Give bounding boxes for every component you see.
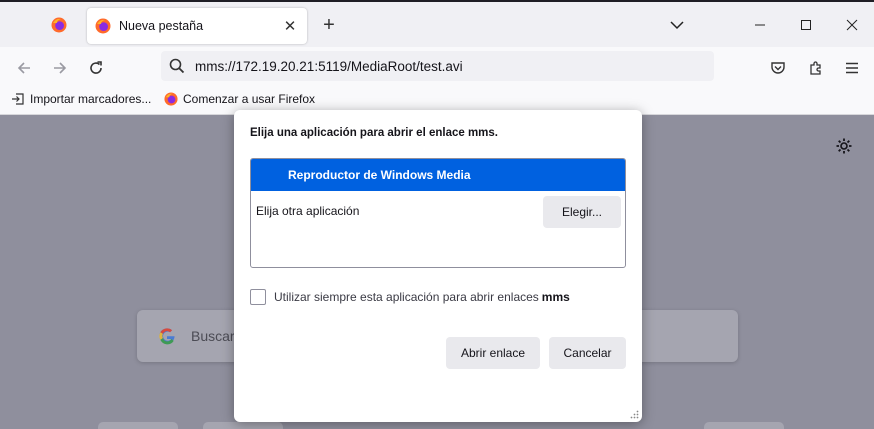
back-button[interactable]	[11, 55, 37, 81]
firefox-icon	[51, 17, 67, 33]
shortcut-tile[interactable]	[203, 422, 283, 429]
import-icon	[12, 93, 24, 105]
maximize-icon	[801, 20, 811, 30]
tab-title: Nueva pestaña	[119, 19, 204, 33]
bookmark-getting-started[interactable]: Comenzar a usar Firefox	[164, 92, 315, 106]
pocket-button[interactable]	[765, 55, 791, 81]
navigation-toolbar: mms://172.19.20.21:5119/MediaRoot/test.a…	[0, 47, 874, 87]
bookmark-import[interactable]: Importar marcadores...	[11, 92, 151, 106]
app-menu-button[interactable]	[839, 55, 865, 81]
close-tab-icon[interactable]: ✕	[281, 17, 299, 35]
extensions-button[interactable]	[803, 55, 829, 81]
firefox-pinned-tab[interactable]	[48, 14, 70, 36]
open-link-button[interactable]: Abrir enlace	[446, 337, 540, 369]
shortcut-tile[interactable]	[98, 422, 178, 429]
remember-choice-checkbox[interactable]	[250, 289, 266, 305]
shortcut-tile[interactable]	[704, 422, 784, 429]
dialog-title: Elija una aplicación para abrir el enlac…	[250, 127, 498, 139]
minimize-button[interactable]	[747, 12, 773, 38]
url-text: mms://172.19.20.21:5119/MediaRoot/test.a…	[195, 58, 463, 74]
launch-application-dialog: Elija una aplicación para abrir el enlac…	[234, 110, 642, 422]
puzzle-icon	[810, 61, 821, 75]
app-item-label: Elija otra aplicación	[256, 204, 360, 218]
application-list[interactable]: Reproductor de Windows Media Elija otra …	[250, 158, 626, 268]
hamburger-menu-icon	[846, 62, 858, 74]
checkbox-label: Utilizar siempre esta aplicación para ab…	[274, 290, 539, 304]
firefox-icon	[95, 18, 111, 34]
reload-icon	[90, 61, 102, 74]
search-placeholder: Buscar	[191, 328, 235, 344]
reload-button[interactable]	[83, 55, 109, 81]
close-window-button[interactable]	[839, 12, 865, 38]
maximize-button[interactable]	[793, 12, 819, 38]
forward-button[interactable]	[47, 55, 73, 81]
app-item-label: Reproductor de Windows Media	[288, 168, 471, 182]
list-all-tabs-button[interactable]	[664, 12, 690, 38]
url-bar[interactable]: mms://172.19.20.21:5119/MediaRoot/test.a…	[161, 51, 714, 81]
minimize-icon	[755, 24, 765, 26]
tab-bar: Nueva pestaña ✕ +	[0, 0, 874, 47]
arrow-right-icon	[54, 62, 67, 74]
cancel-button[interactable]: Cancelar	[549, 337, 626, 369]
new-tab-button[interactable]: +	[318, 14, 340, 36]
choose-button[interactable]: Elegir...	[543, 196, 621, 228]
chevron-down-icon	[670, 21, 684, 30]
tab-new-tab[interactable]: Nueva pestaña ✕	[87, 8, 307, 44]
pocket-icon	[771, 62, 785, 74]
gear-icon[interactable]	[834, 136, 854, 156]
close-icon	[846, 19, 858, 31]
bookmark-label: Comenzar a usar Firefox	[183, 92, 316, 106]
firefox-icon	[164, 92, 178, 106]
resize-grip-icon[interactable]	[629, 409, 639, 419]
arrow-left-icon	[17, 62, 30, 74]
google-logo-icon	[159, 328, 175, 345]
bookmark-label: Importar marcadores...	[30, 92, 152, 106]
search-icon	[169, 58, 185, 74]
app-item-choose-other[interactable]: Elija otra aplicación Elegir...	[251, 191, 625, 231]
app-item-windows-media-player[interactable]: Reproductor de Windows Media	[251, 159, 625, 191]
checkbox-label-protocol: mms	[541, 290, 570, 304]
remember-choice-row[interactable]: Utilizar siempre esta aplicación para ab…	[250, 289, 570, 305]
